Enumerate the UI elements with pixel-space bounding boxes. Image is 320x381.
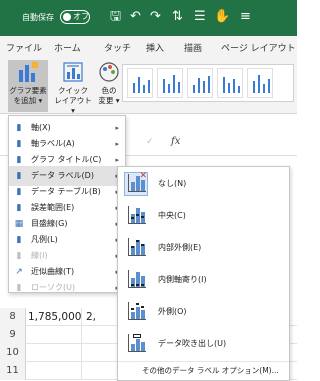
tab-touch[interactable]: タッチ xyxy=(104,41,131,54)
data-table-icon: ▮ xyxy=(16,187,22,197)
quick-access-icon[interactable]: ☰ xyxy=(194,9,206,25)
lines-icon: ▮ xyxy=(16,251,22,261)
cell[interactable]: 2, xyxy=(84,308,104,326)
legend-icon: ▮ xyxy=(16,235,22,245)
chart-style-thumb[interactable] xyxy=(247,68,273,98)
add-chart-element-icon xyxy=(19,62,38,82)
inside-base-labels-icon xyxy=(124,268,148,292)
center-labels-icon xyxy=(124,204,148,228)
data-labels-icon: ▮ xyxy=(16,171,22,181)
data-labels-submenu: ✕ なし(N) 中央(C) 内部外側(E) 内側軸寄り(I) 外側(O) データ… xyxy=(117,166,290,381)
axis-titles-icon: ▮ xyxy=(16,139,22,149)
chart-styles-gallery[interactable] xyxy=(122,64,294,102)
submenu-item-label: データ吹き出し(U) xyxy=(158,339,227,348)
gridlines-icon: ▦ xyxy=(14,219,24,229)
autosave-toggle[interactable]: オフ xyxy=(60,10,90,24)
row-number[interactable]: 11 xyxy=(0,362,26,380)
submenu-item-label: 中央(C) xyxy=(158,211,186,220)
autosave-label: 自動保存 xyxy=(22,13,54,22)
title-bar: 自動保存 オフ 🖫 ↶ ↷ ⇅ ☰ ✋ ≡ xyxy=(0,0,297,36)
row-number[interactable]: 9 xyxy=(0,326,26,344)
add-chart-element-menu: ▮ 軸(X) ▸ ▮ 軸ラベル(A) ▸ ▮ グラフ タイトル(C) ▸ ▮ デ… xyxy=(8,115,126,293)
menu-item-label: ローソク(U) xyxy=(31,283,76,292)
error-bars-icon: ▮ xyxy=(16,203,22,213)
outside-end-labels-icon xyxy=(124,300,148,324)
add-chart-element-button[interactable]: グラフ要素 を追加 ▾ xyxy=(8,60,48,112)
submenu-item-outside-end[interactable]: 外側(O) xyxy=(118,297,289,327)
cell[interactable] xyxy=(28,362,82,380)
sort-icon[interactable]: ⇅ xyxy=(172,9,183,25)
change-colors-button[interactable]: 色の 変更 ▾ xyxy=(98,60,120,112)
confirm-icon[interactable]: ✓ xyxy=(146,137,154,147)
quick-layout-button[interactable]: クイック レイアウト ▾ xyxy=(52,60,94,115)
chart-style-thumb[interactable] xyxy=(187,68,213,98)
chart-style-thumb[interactable] xyxy=(157,68,183,98)
submenu-item-inside-end[interactable]: 内部外側(E) xyxy=(118,233,289,263)
save-icon[interactable]: 🖫 xyxy=(110,9,121,25)
submenu-item-inside-base[interactable]: 内側軸寄り(I) xyxy=(118,265,289,295)
insert-function-icon[interactable]: fx xyxy=(171,136,180,147)
cell[interactable] xyxy=(28,326,82,344)
submenu-item-label: 内部外側(E) xyxy=(158,243,202,252)
axes-icon: ▮ xyxy=(16,123,22,133)
tab-file[interactable]: ファイル xyxy=(6,41,42,54)
submenu-item-label: 外側(O) xyxy=(158,307,187,316)
redo-icon[interactable]: ↷ xyxy=(150,9,161,25)
customize-icon[interactable]: ≡ xyxy=(240,9,251,25)
submenu-item-label: 内側軸寄り(I) xyxy=(158,275,207,284)
row-number[interactable]: 10 xyxy=(0,344,26,362)
chart-style-thumb[interactable] xyxy=(127,68,153,98)
submenu-item-label: なし(N) xyxy=(158,179,187,188)
palette-icon xyxy=(99,62,119,82)
toggle-knob xyxy=(63,13,71,21)
cell[interactable]: 1,785,000 xyxy=(28,308,82,326)
trendline-icon: ↗ xyxy=(15,267,23,277)
chart-style-thumb[interactable] xyxy=(217,68,243,98)
change-colors-label: 色の 変更 ▾ xyxy=(98,86,120,105)
quick-layout-label: クイック レイアウト ▾ xyxy=(54,86,92,115)
submenu-item-data-callout[interactable]: データ吹き出し(U) xyxy=(118,329,289,359)
menu-item-up-down-bars: ▮ ローソク(U) ▸ xyxy=(9,278,125,298)
data-callout-icon xyxy=(124,332,148,356)
row-number[interactable]: 8 xyxy=(0,308,26,326)
submenu-item-center[interactable]: 中央(C) xyxy=(118,201,289,231)
tab-home[interactable]: ホーム xyxy=(54,41,81,54)
tab-draw[interactable]: 描画 xyxy=(184,41,202,54)
autosave-state: オフ xyxy=(73,12,89,21)
chart-title-icon: ▮ xyxy=(16,155,22,165)
submenu-item-none[interactable]: ✕ なし(N) xyxy=(118,169,289,199)
ribbon: グラフ要素 を追加 ▾ クイック レイアウト ▾ 色の 変更 ▾ xyxy=(0,58,297,115)
no-labels-icon: ✕ xyxy=(124,171,148,196)
inside-end-labels-icon xyxy=(124,236,148,260)
quick-layout-icon xyxy=(63,62,83,82)
tab-insert[interactable]: 挿入 xyxy=(146,41,164,54)
more-data-label-options[interactable]: その他のデータ ラベル オプション(M)... xyxy=(118,361,289,379)
tab-page-layout[interactable]: ページ レイアウト xyxy=(221,41,296,54)
cell[interactable] xyxy=(28,344,82,362)
up-down-bars-icon: ▮ xyxy=(16,283,22,293)
ribbon-tabs: ファイル ホーム タッチ 挿入 描画 ページ レイアウト xyxy=(0,36,297,58)
undo-icon[interactable]: ↶ xyxy=(130,9,141,25)
add-chart-element-label: グラフ要素 を追加 ▾ xyxy=(9,86,47,105)
touch-mode-icon[interactable]: ✋ xyxy=(214,9,230,25)
